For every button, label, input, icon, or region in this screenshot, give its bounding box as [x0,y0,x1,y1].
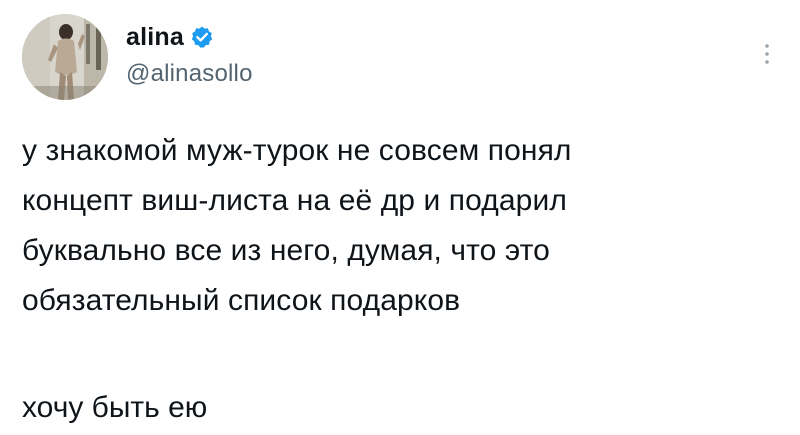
verified-badge-icon [190,25,214,49]
tweet-text-line: концепт виш-листа на её др и подарил [22,184,567,217]
tweet-text-line: обязательный список подарков [22,284,461,317]
tweet-text: у знакомой муж-турок не совсем понял кон… [22,126,778,326]
tweet-text-line: у знакомой муж-турок не совсем понял [22,134,572,167]
author-names: alina @alinasollo [126,22,253,88]
tweet-text-line: буквально все из него, думая, что это [22,234,550,267]
tweet-closing-line: хочу быть ею [22,391,208,424]
tweet-card: alina @alinasollo у знакомой муж-турок н… [0,0,800,435]
tweet-header: alina @alinasollo [22,14,778,110]
display-name-row: alina [126,22,253,52]
avatar-photo [22,14,108,100]
vertical-ellipsis-icon[interactable] [760,40,774,70]
avatar[interactable] [22,14,108,100]
display-name[interactable]: alina [126,23,184,52]
handle[interactable]: @alinasollo [126,60,253,88]
